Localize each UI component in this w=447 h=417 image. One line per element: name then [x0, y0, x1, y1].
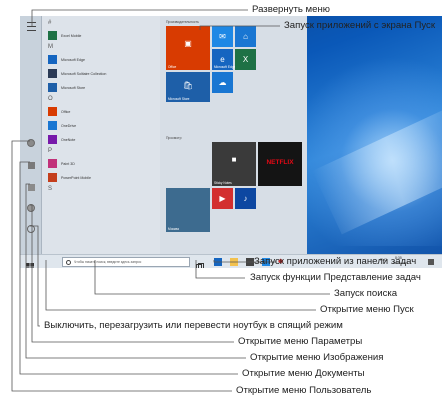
callout-task-view: Запуск функции Представление задач	[250, 272, 421, 283]
callout-search: Запуск поиска	[334, 288, 398, 299]
callout-settings: Открытие меню Параметры	[238, 336, 363, 347]
callout-user: Открытие меню Пользователь	[236, 385, 372, 396]
callout-launch-start: Запуск приложений с экрана Пуск	[284, 20, 436, 31]
callout-power: Выключить, перезагрузить или перевести н…	[44, 320, 343, 331]
callout-launch-taskbar: Запуск приложений из панели задач	[254, 256, 417, 267]
callout-expand-menu: Развернуть меню	[252, 4, 330, 15]
callout-documents: Открытие меню Документы	[242, 368, 365, 379]
callout-open-start: Открытие меню Пуск	[320, 304, 414, 315]
callout-pictures: Открытие меню Изображения	[250, 352, 384, 363]
